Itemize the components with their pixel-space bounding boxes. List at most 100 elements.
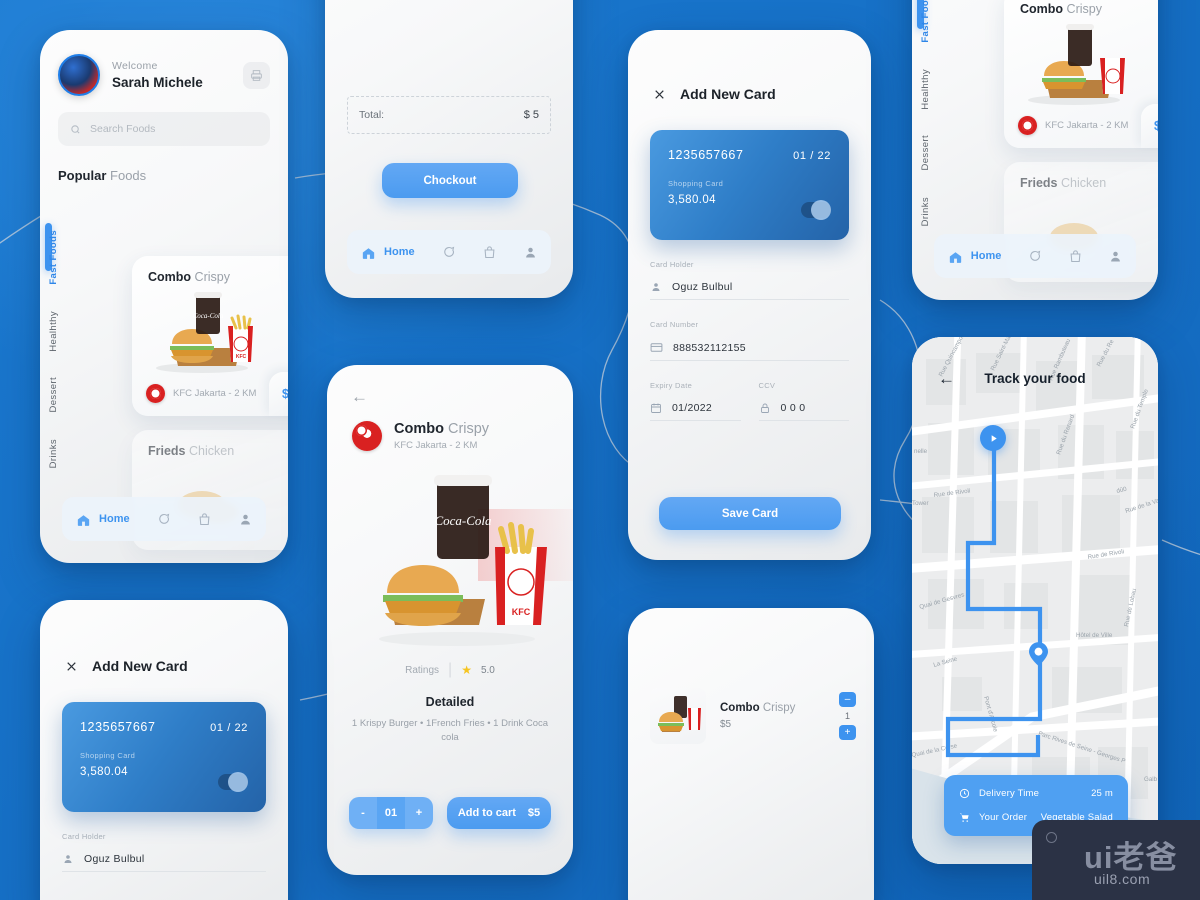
svg-text:Tower: Tower: [912, 500, 929, 507]
food-card-name: Combo Crispy: [1020, 2, 1102, 16]
ccv-label: CCV: [758, 381, 776, 390]
ccv-field[interactable]: CCV 0 0 0: [758, 381, 849, 421]
page-title: Add New Card: [92, 658, 188, 674]
food-card-footer: KFC Jakarta - 2 KM: [1004, 110, 1158, 147]
nav-item-home[interactable]: Home: [360, 244, 415, 261]
save-card-button[interactable]: Save Card: [659, 497, 841, 530]
bag-icon[interactable]: [1068, 249, 1083, 264]
cart-item-row: Combo Crispy $5 – 1 +: [628, 608, 874, 744]
back-arrow-icon[interactable]: ←: [938, 369, 955, 389]
cart-item-info: Combo Crispy $5: [720, 702, 839, 730]
bag-icon[interactable]: [482, 245, 497, 260]
card-number-value: 888532112155: [673, 341, 746, 354]
home-icon: [77, 514, 90, 526]
quantity-value: 01: [377, 797, 405, 829]
printer-icon[interactable]: [243, 61, 270, 89]
profile-icon[interactable]: [523, 245, 538, 260]
card-holder-field[interactable]: Card Holder Oguz Bulbul: [62, 832, 266, 872]
chat-icon[interactable]: [1027, 249, 1042, 264]
home-screen: Welcome Sarah Michele Search Foods Popul…: [40, 30, 288, 563]
cart-item-stepper[interactable]: – 1 +: [839, 692, 856, 740]
cart-item-name: Combo Crispy: [720, 702, 796, 714]
expiry-ccv-row: Expiry Date 01/2022 CCV 0 0 0: [650, 381, 849, 421]
card-holder-field[interactable]: Card Holder Oguz Bulbul: [650, 260, 849, 300]
sidebar-item-dessert[interactable]: Dessert: [920, 135, 931, 171]
price-badge[interactable]: $ 5: [1141, 104, 1158, 148]
svg-text:Galb: Galb: [1144, 776, 1158, 783]
back-arrow-icon[interactable]: ←: [351, 387, 368, 407]
product-image: Coca-Cola KFC: [327, 467, 573, 657]
card-holder-value: Oguz Bulbul: [84, 853, 145, 865]
watermark: ui老爸 uil8.com: [1032, 820, 1200, 900]
credit-card[interactable]: 1235657667 01 / 22 Shopping Card 3,580.0…: [62, 702, 266, 812]
card-expiry-display: 01 / 22: [793, 150, 831, 162]
decrease-quantity-button[interactable]: –: [839, 692, 856, 707]
expiry-field[interactable]: Expiry Date 01/2022: [650, 381, 741, 421]
close-icon[interactable]: [653, 88, 666, 101]
card-number-field[interactable]: Card Number 888532112155: [650, 320, 849, 361]
sidebar-item-fast-foods[interactable]: Fast Foods: [48, 230, 59, 285]
card-icon: [650, 343, 663, 352]
quantity-stepper[interactable]: - 01 +: [349, 797, 433, 829]
expiry-value: 01/2022: [672, 402, 713, 414]
home-icon: [362, 247, 375, 259]
close-icon[interactable]: [65, 660, 78, 673]
credit-card[interactable]: 1235657667 01 / 22 Shopping Card 3,580.0…: [650, 130, 849, 240]
person-icon: [64, 855, 72, 863]
watermark-url: uil8.com: [1094, 871, 1151, 887]
add-card-header: Add New Card: [40, 600, 288, 674]
card-expiry-display: 01 / 22: [210, 722, 248, 734]
chat-icon[interactable]: [156, 512, 171, 527]
svg-text:KFC: KFC: [512, 607, 531, 617]
detailed-heading: Detailed: [425, 695, 475, 709]
sidebar-item-fast-foods[interactable]: Fast Foods: [920, 0, 931, 43]
home-icon: [949, 251, 961, 263]
price-badge[interactable]: $ 5: [269, 372, 288, 416]
detail-header: Combo Crispy KFC Jakarta - 2 KM: [327, 365, 573, 451]
destination-marker-icon: [1029, 642, 1048, 666]
welcome-label: Welcome: [112, 60, 158, 72]
camera-dot-icon: [1046, 832, 1057, 843]
decrease-quantity-button[interactable]: -: [349, 797, 377, 829]
detail-title-block: Combo Crispy KFC Jakarta - 2 KM: [394, 421, 489, 451]
food-card-footer: KFC Jakarta - 2 KM: [132, 378, 288, 415]
sidebar-item-dessert[interactable]: Dessert: [48, 377, 59, 413]
sidebar-item-drinks[interactable]: Drinks: [920, 197, 931, 226]
bag-icon[interactable]: [197, 512, 212, 527]
ratings-label: Ratings: [405, 664, 440, 676]
increase-quantity-button[interactable]: +: [405, 797, 433, 829]
add-to-cart-label: Add to cart: [457, 807, 516, 819]
total-label: Total:: [359, 109, 385, 121]
add-card-header: Add New Card: [628, 30, 871, 102]
sidebar-item-drinks[interactable]: Drinks: [48, 439, 59, 468]
cart-icon: [959, 813, 969, 822]
ratings-row: Ratings | ★ 5.0: [405, 661, 495, 678]
nav-home-label: Home: [970, 250, 1002, 262]
svg-text:KFC: KFC: [236, 354, 247, 360]
search-input[interactable]: Search Foods: [58, 112, 270, 146]
kfc-logo-icon: [352, 421, 382, 451]
increase-quantity-button[interactable]: +: [839, 725, 856, 740]
start-marker-icon: [980, 425, 1006, 451]
sidebar-item-healthy[interactable]: Healhthy: [48, 311, 59, 352]
nav-item-home[interactable]: Home: [947, 248, 1002, 265]
profile-icon[interactable]: [1108, 249, 1123, 264]
restaurant-location: KFC Jakarta - 2 KM: [173, 388, 257, 399]
expiry-label: Expiry Date: [650, 381, 693, 390]
card-number-label: Card Number: [650, 320, 699, 329]
cart-item-thumbnail: [650, 688, 706, 744]
food-card-combo[interactable]: Combo Crispy 5.0 ★ Ratings: [1004, 0, 1158, 148]
avatar[interactable]: [58, 54, 100, 96]
add-to-cart-button[interactable]: Add to cart $5: [447, 797, 551, 829]
checkout-button[interactable]: Chockout: [382, 163, 518, 198]
lock-icon: [760, 403, 769, 413]
card-chip-icon: [801, 200, 831, 220]
chat-icon[interactable]: [441, 245, 456, 260]
profile-icon[interactable]: [238, 512, 253, 527]
sidebar-item-healthy[interactable]: Healhthy: [920, 69, 931, 110]
add-to-cart-price: $5: [527, 807, 541, 819]
card-holder-value: Oguz Bulbul: [672, 281, 733, 293]
food-card-combo[interactable]: Combo Crispy Coca-Cola KFC 5.0: [132, 256, 288, 416]
nav-item-home[interactable]: Home: [75, 511, 130, 528]
svg-text:Hôtel de Ville: Hôtel de Ville: [1076, 632, 1113, 639]
